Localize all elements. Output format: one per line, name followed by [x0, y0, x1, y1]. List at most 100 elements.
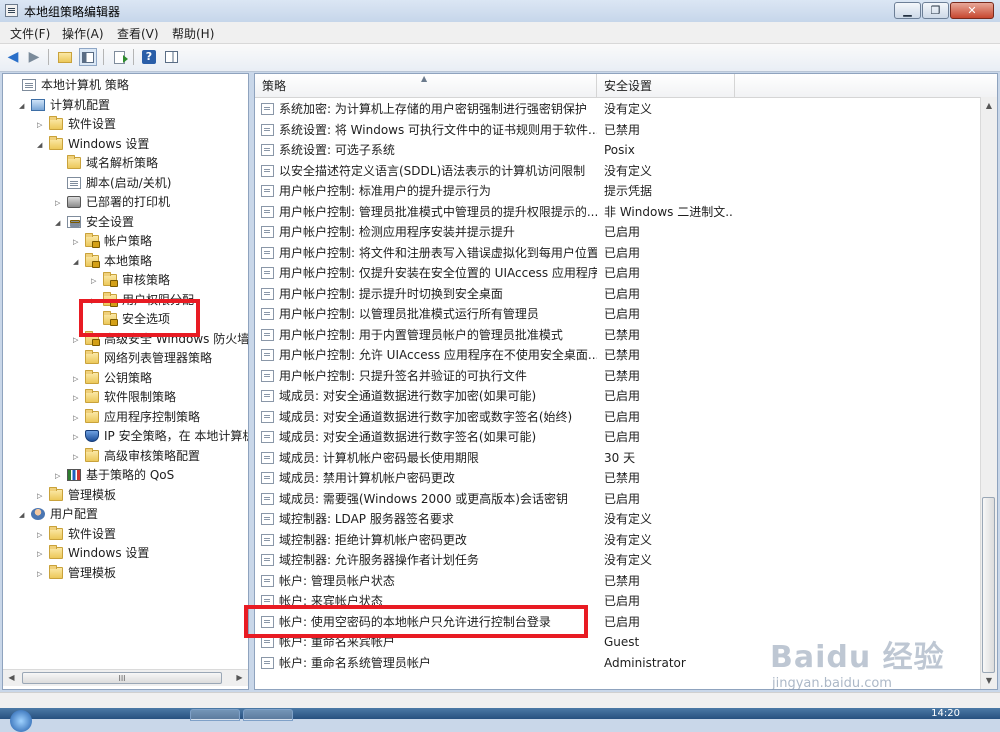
menu-action[interactable]: 操作(A)	[62, 25, 104, 42]
secure-folder-icon	[103, 272, 118, 287]
column-security-setting[interactable]: 安全设置	[604, 74, 652, 97]
taskbar-item[interactable]	[243, 709, 293, 721]
policy-row[interactable]: 域控制器: 拒绝计算机帐户密码更改 没有定义	[255, 530, 979, 551]
expand-arrow-icon[interactable]: ▷	[73, 238, 78, 246]
policy-row[interactable]: 域成员: 禁用计算机帐户密码更改 已禁用	[255, 468, 979, 489]
tree-item[interactable]: ▷ 管理模板	[3, 486, 248, 505]
policy-name: 用户帐户控制: 仅提升安装在安全位置的 UIAccess 应用程序	[279, 266, 597, 280]
minimize-button[interactable]: ▁	[894, 2, 921, 19]
tree-item[interactable]: 脚本(启动/关机)	[3, 174, 248, 193]
expand-arrow-icon[interactable]: ▷	[37, 550, 42, 558]
up-folder-icon[interactable]	[56, 48, 74, 66]
tree-item[interactable]: 本地计算机 策略	[3, 76, 248, 95]
policy-row[interactable]: 系统设置: 将 Windows 可执行文件中的证书规则用于软件... 已禁用	[255, 120, 979, 141]
maximize-button[interactable]: ❐	[922, 2, 949, 19]
expand-arrow-icon[interactable]: ▷	[73, 375, 78, 383]
tree-item[interactable]: ◢ 计算机配置	[3, 96, 248, 115]
policy-row[interactable]: 用户帐户控制: 检测应用程序安装并提示提升 已启用	[255, 222, 979, 243]
policy-row[interactable]: 系统加密: 为计算机上存储的用户密钥强制进行强密钥保护 没有定义	[255, 99, 979, 120]
menu-file[interactable]: 文件(F)	[10, 25, 50, 42]
tree-item[interactable]: ▷ 管理模板	[3, 564, 248, 583]
expand-arrow-icon[interactable]: ▷	[55, 199, 60, 207]
scroll-down-icon[interactable]: ▼	[981, 672, 997, 689]
expand-arrow-icon[interactable]: ▷	[73, 414, 78, 422]
policy-row[interactable]: 域成员: 对安全通道数据进行数字加密或数字签名(始终) 已启用	[255, 407, 979, 428]
tree-item[interactable]: 域名解析策略	[3, 154, 248, 173]
policy-row[interactable]: 用户帐户控制: 仅提升安装在安全位置的 UIAccess 应用程序 已启用	[255, 263, 979, 284]
policy-row[interactable]: 用户帐户控制: 允许 UIAccess 应用程序在不使用安全桌面... 已禁用	[255, 345, 979, 366]
policy-row[interactable]: 域控制器: LDAP 服务器签名要求 没有定义	[255, 509, 979, 530]
policy-row[interactable]: 以安全描述符定义语言(SDDL)语法表示的计算机访问限制 没有定义	[255, 161, 979, 182]
forward-arrow-icon[interactable]: ▶	[25, 48, 43, 66]
tree-item[interactable]: ▷ 帐户策略	[3, 232, 248, 251]
policy-row[interactable]: 系统设置: 可选子系统 Posix	[255, 140, 979, 161]
policy-row[interactable]: 域成员: 对安全通道数据进行数字签名(如果可能) 已启用	[255, 427, 979, 448]
policy-row[interactable]: 用户帐户控制: 将文件和注册表写入错误虚拟化到每用户位置 已启用	[255, 243, 979, 264]
tree-item[interactable]: ◢ 本地策略	[3, 252, 248, 271]
properties-pane-icon[interactable]	[162, 48, 180, 66]
tree-item[interactable]: ▷ 高级审核策略配置	[3, 447, 248, 466]
scroll-thumb[interactable]	[982, 497, 995, 673]
column-divider[interactable]	[734, 74, 735, 97]
scroll-right-icon[interactable]: ▶	[231, 670, 248, 686]
policy-row[interactable]: 帐户: 管理员帐户状态 已禁用	[255, 571, 979, 592]
tree-horizontal-scrollbar[interactable]: ◀ III ▶	[3, 669, 248, 686]
collapse-arrow-icon[interactable]: ◢	[19, 102, 24, 110]
tree-item[interactable]: ▷ 软件设置	[3, 115, 248, 134]
collapse-arrow-icon[interactable]: ◢	[73, 258, 78, 266]
column-divider[interactable]	[596, 74, 597, 97]
tree-item[interactable]: ▷ 公钥策略	[3, 369, 248, 388]
tree-item[interactable]: ▷ 基于策略的 QoS	[3, 466, 248, 485]
policy-row[interactable]: 域控制器: 允许服务器操作者计划任务 没有定义	[255, 550, 979, 571]
scroll-thumb[interactable]: III	[22, 672, 222, 684]
tree-item[interactable]: ▷ Windows 设置	[3, 544, 248, 563]
start-button[interactable]	[10, 710, 32, 732]
show-hide-tree-icon[interactable]	[79, 48, 97, 66]
expand-arrow-icon[interactable]: ▷	[37, 121, 42, 129]
tree-item[interactable]: ◢ Windows 设置	[3, 135, 248, 154]
collapse-arrow-icon[interactable]: ◢	[55, 219, 60, 227]
expand-arrow-icon[interactable]: ▷	[55, 472, 60, 480]
scroll-up-icon[interactable]: ▲	[981, 97, 997, 114]
policy-row[interactable]: 用户帐户控制: 标准用户的提升提示行为 提示凭据	[255, 181, 979, 202]
tree-item[interactable]: ▷ IP 安全策略，在 本地计算机	[3, 427, 248, 446]
collapse-arrow-icon[interactable]: ◢	[19, 511, 24, 519]
policy-row[interactable]: 用户帐户控制: 只提升签名并验证的可执行文件 已禁用	[255, 366, 979, 387]
tree-item[interactable]: ▷ 已部署的打印机	[3, 193, 248, 212]
policy-row[interactable]: 用户帐户控制: 管理员批准模式中管理员的提升权限提示的... 非 Windows …	[255, 202, 979, 223]
list-vertical-scrollbar[interactable]: ▲ ▼	[980, 97, 997, 689]
policy-row[interactable]: 用户帐户控制: 用于内置管理员帐户的管理员批准模式 已禁用	[255, 325, 979, 346]
policy-row[interactable]: 域成员: 需要强(Windows 2000 或更高版本)会话密钥 已启用	[255, 489, 979, 510]
help-icon[interactable]: ?	[140, 48, 158, 66]
scroll-left-icon[interactable]: ◀	[3, 670, 20, 686]
expand-arrow-icon[interactable]: ▷	[73, 336, 78, 344]
menu-view[interactable]: 查看(V)	[117, 25, 159, 42]
tree-item[interactable]: ▷ 软件限制策略	[3, 388, 248, 407]
tree-item-label: 公钥策略	[104, 370, 153, 385]
policy-row[interactable]: 用户帐户控制: 以管理员批准模式运行所有管理员 已启用	[255, 304, 979, 325]
taskbar-item[interactable]	[190, 709, 240, 721]
expand-arrow-icon[interactable]: ▷	[91, 277, 96, 285]
expand-arrow-icon[interactable]: ▷	[37, 531, 42, 539]
tree-item[interactable]: ▷ 软件设置	[3, 525, 248, 544]
policy-row[interactable]: 域成员: 计算机帐户密码最长使用期限 30 天	[255, 448, 979, 469]
back-arrow-icon[interactable]: ◀	[4, 48, 22, 66]
tree-item[interactable]: ◢ 安全设置	[3, 213, 248, 232]
policy-row[interactable]: 用户帐户控制: 提示提升时切换到安全桌面 已启用	[255, 284, 979, 305]
expand-arrow-icon[interactable]: ▷	[73, 453, 78, 461]
column-policy[interactable]: 策略	[262, 74, 286, 97]
expand-arrow-icon[interactable]: ▷	[73, 433, 78, 441]
tree-item[interactable]: ▷ 应用程序控制策略	[3, 408, 248, 427]
expand-arrow-icon[interactable]: ▷	[37, 492, 42, 500]
policy-row[interactable]: 域成员: 对安全通道数据进行数字加密(如果可能) 已启用	[255, 386, 979, 407]
tree-item[interactable]: ▷ 审核策略	[3, 271, 248, 290]
close-button[interactable]: ✕	[950, 2, 994, 19]
tree-item[interactable]: 网络列表管理器策略	[3, 349, 248, 368]
expand-arrow-icon[interactable]: ▷	[37, 570, 42, 578]
collapse-arrow-icon[interactable]: ◢	[37, 141, 42, 149]
export-list-icon[interactable]	[110, 48, 128, 66]
tree-item[interactable]: ◢ 用户配置	[3, 505, 248, 524]
menu-help[interactable]: 帮助(H)	[172, 25, 214, 42]
policy-setting: 提示凭据	[604, 184, 653, 198]
expand-arrow-icon[interactable]: ▷	[73, 394, 78, 402]
